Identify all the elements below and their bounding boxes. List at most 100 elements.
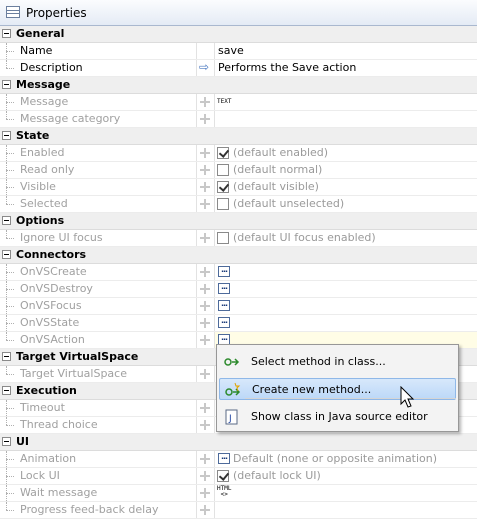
category-state[interactable]: State bbox=[0, 128, 477, 145]
add-icon[interactable] bbox=[200, 471, 210, 481]
add-icon[interactable] bbox=[200, 233, 210, 243]
add-icon[interactable] bbox=[200, 454, 210, 464]
property-label: Progress feed-back delay bbox=[20, 503, 159, 516]
add-icon[interactable] bbox=[200, 505, 210, 515]
name-value[interactable]: save bbox=[218, 44, 244, 57]
property-row-visible[interactable]: Visible (default visible) bbox=[0, 179, 477, 196]
animation-value: Default (none or opposite animation) bbox=[233, 452, 438, 465]
add-icon[interactable] bbox=[200, 284, 210, 294]
property-label: Name bbox=[20, 44, 53, 57]
property-row-animation[interactable]: Animation ... Default (none or opposite … bbox=[0, 451, 477, 468]
category-message[interactable]: Message bbox=[0, 77, 477, 94]
ellipsis-button[interactable]: ... bbox=[218, 300, 230, 311]
add-icon[interactable] bbox=[200, 97, 210, 107]
property-row-description[interactable]: Description ⇨ Performs the Save action bbox=[0, 60, 477, 77]
method-link-icon bbox=[224, 354, 240, 370]
collapse-icon[interactable] bbox=[2, 437, 11, 446]
add-icon[interactable] bbox=[200, 301, 210, 311]
category-connectors[interactable]: Connectors bbox=[0, 247, 477, 264]
description-value[interactable]: Performs the Save action bbox=[218, 61, 356, 74]
menu-item-create-method[interactable]: Create new method... bbox=[219, 378, 456, 400]
ellipsis-button[interactable]: ... bbox=[218, 283, 230, 294]
add-icon[interactable] bbox=[200, 148, 210, 158]
readonly-checkbox[interactable] bbox=[217, 164, 229, 176]
ellipsis-button[interactable]: ... bbox=[218, 266, 230, 277]
category-label: Target VirtualSpace bbox=[16, 350, 139, 363]
property-row-ignore-ui-focus[interactable]: Ignore UI focus (default UI focus enable… bbox=[0, 230, 477, 247]
property-row-selected[interactable]: Selected (default unselected) bbox=[0, 196, 477, 213]
property-row-connector[interactable]: OnVSCreate ... bbox=[0, 264, 477, 281]
enabled-value: (default enabled) bbox=[233, 146, 329, 159]
property-row-lock-ui[interactable]: Lock UI (default lock UI) bbox=[0, 468, 477, 485]
readonly-value: (default normal) bbox=[233, 163, 323, 176]
properties-title-bar: Properties bbox=[0, 0, 477, 26]
panel-title: Properties bbox=[26, 6, 87, 20]
property-row-name[interactable]: Name save bbox=[0, 43, 477, 60]
collapse-icon[interactable] bbox=[2, 386, 11, 395]
add-icon[interactable] bbox=[200, 335, 210, 345]
selected-checkbox[interactable] bbox=[217, 198, 229, 210]
property-label: OnVSAction bbox=[20, 333, 85, 346]
selected-value: (default unselected) bbox=[233, 197, 345, 210]
add-icon[interactable] bbox=[200, 165, 210, 175]
collapse-icon[interactable] bbox=[2, 250, 11, 259]
category-general[interactable]: General bbox=[0, 26, 477, 43]
category-label: General bbox=[16, 27, 65, 40]
text-type-icon: TEXT bbox=[217, 98, 232, 105]
property-row-connector[interactable]: OnVSState ... bbox=[0, 315, 477, 332]
collapse-icon[interactable] bbox=[2, 352, 11, 361]
add-icon[interactable] bbox=[200, 420, 210, 430]
ellipsis-button[interactable]: ... bbox=[218, 317, 230, 328]
add-icon[interactable] bbox=[200, 403, 210, 413]
collapse-icon[interactable] bbox=[2, 131, 11, 140]
property-label: Description bbox=[20, 61, 83, 74]
property-label: Lock UI bbox=[20, 469, 60, 482]
menu-item-show-class[interactable]: J Show class in Java source editor bbox=[219, 406, 456, 428]
property-label: Animation bbox=[20, 452, 77, 465]
collapse-icon[interactable] bbox=[2, 216, 11, 225]
category-options[interactable]: Options bbox=[0, 213, 477, 230]
arrow-right-icon[interactable]: ⇨ bbox=[199, 60, 209, 74]
java-file-icon: J bbox=[224, 409, 240, 425]
property-label: Ignore UI focus bbox=[20, 231, 103, 244]
property-row-readonly[interactable]: Read only (default normal) bbox=[0, 162, 477, 179]
property-row-message[interactable]: Message TEXT bbox=[0, 94, 477, 111]
property-label: OnVSFocus bbox=[20, 299, 82, 312]
property-row-connector[interactable]: OnVSFocus ... bbox=[0, 298, 477, 315]
category-label: UI bbox=[16, 435, 30, 448]
new-method-icon bbox=[225, 382, 241, 398]
lock-ui-value: (default lock UI) bbox=[233, 469, 321, 482]
property-row-progress-delay[interactable]: Progress feed-back delay bbox=[0, 502, 477, 519]
property-row-message-category[interactable]: Message category bbox=[0, 111, 477, 128]
property-row-wait-message[interactable]: Wait message HTML <> bbox=[0, 485, 477, 502]
property-label: Enabled bbox=[20, 146, 65, 159]
add-icon[interactable] bbox=[200, 114, 210, 124]
property-label: OnVSCreate bbox=[20, 265, 87, 278]
property-label: Read only bbox=[20, 163, 75, 176]
menu-item-select-method[interactable]: Select method in class... bbox=[219, 351, 456, 373]
html-type-icon: HTML <> bbox=[217, 485, 232, 498]
enabled-checkbox[interactable] bbox=[217, 147, 229, 159]
property-label: Visible bbox=[20, 180, 56, 193]
menu-separator bbox=[245, 398, 456, 399]
ellipsis-button[interactable]: ... bbox=[218, 453, 230, 464]
lock-ui-checkbox[interactable] bbox=[217, 470, 229, 482]
property-label: OnVSDestroy bbox=[20, 282, 93, 295]
property-row-connector[interactable]: OnVSDestroy ... bbox=[0, 281, 477, 298]
ignore-ui-focus-checkbox[interactable] bbox=[217, 232, 229, 244]
collapse-icon[interactable] bbox=[2, 29, 11, 38]
property-row-enabled[interactable]: Enabled (default enabled) bbox=[0, 145, 477, 162]
property-label: Message category bbox=[20, 112, 121, 125]
property-label: Timeout bbox=[20, 401, 65, 414]
add-icon[interactable] bbox=[200, 267, 210, 277]
add-icon[interactable] bbox=[200, 369, 210, 379]
collapse-icon[interactable] bbox=[2, 80, 11, 89]
category-ui[interactable]: UI bbox=[0, 434, 477, 451]
add-icon[interactable] bbox=[200, 318, 210, 328]
add-icon[interactable] bbox=[200, 199, 210, 209]
visible-checkbox[interactable] bbox=[217, 181, 229, 193]
add-icon[interactable] bbox=[200, 488, 210, 498]
add-icon[interactable] bbox=[200, 182, 210, 192]
table-icon bbox=[6, 6, 20, 18]
category-label: Options bbox=[16, 214, 65, 227]
